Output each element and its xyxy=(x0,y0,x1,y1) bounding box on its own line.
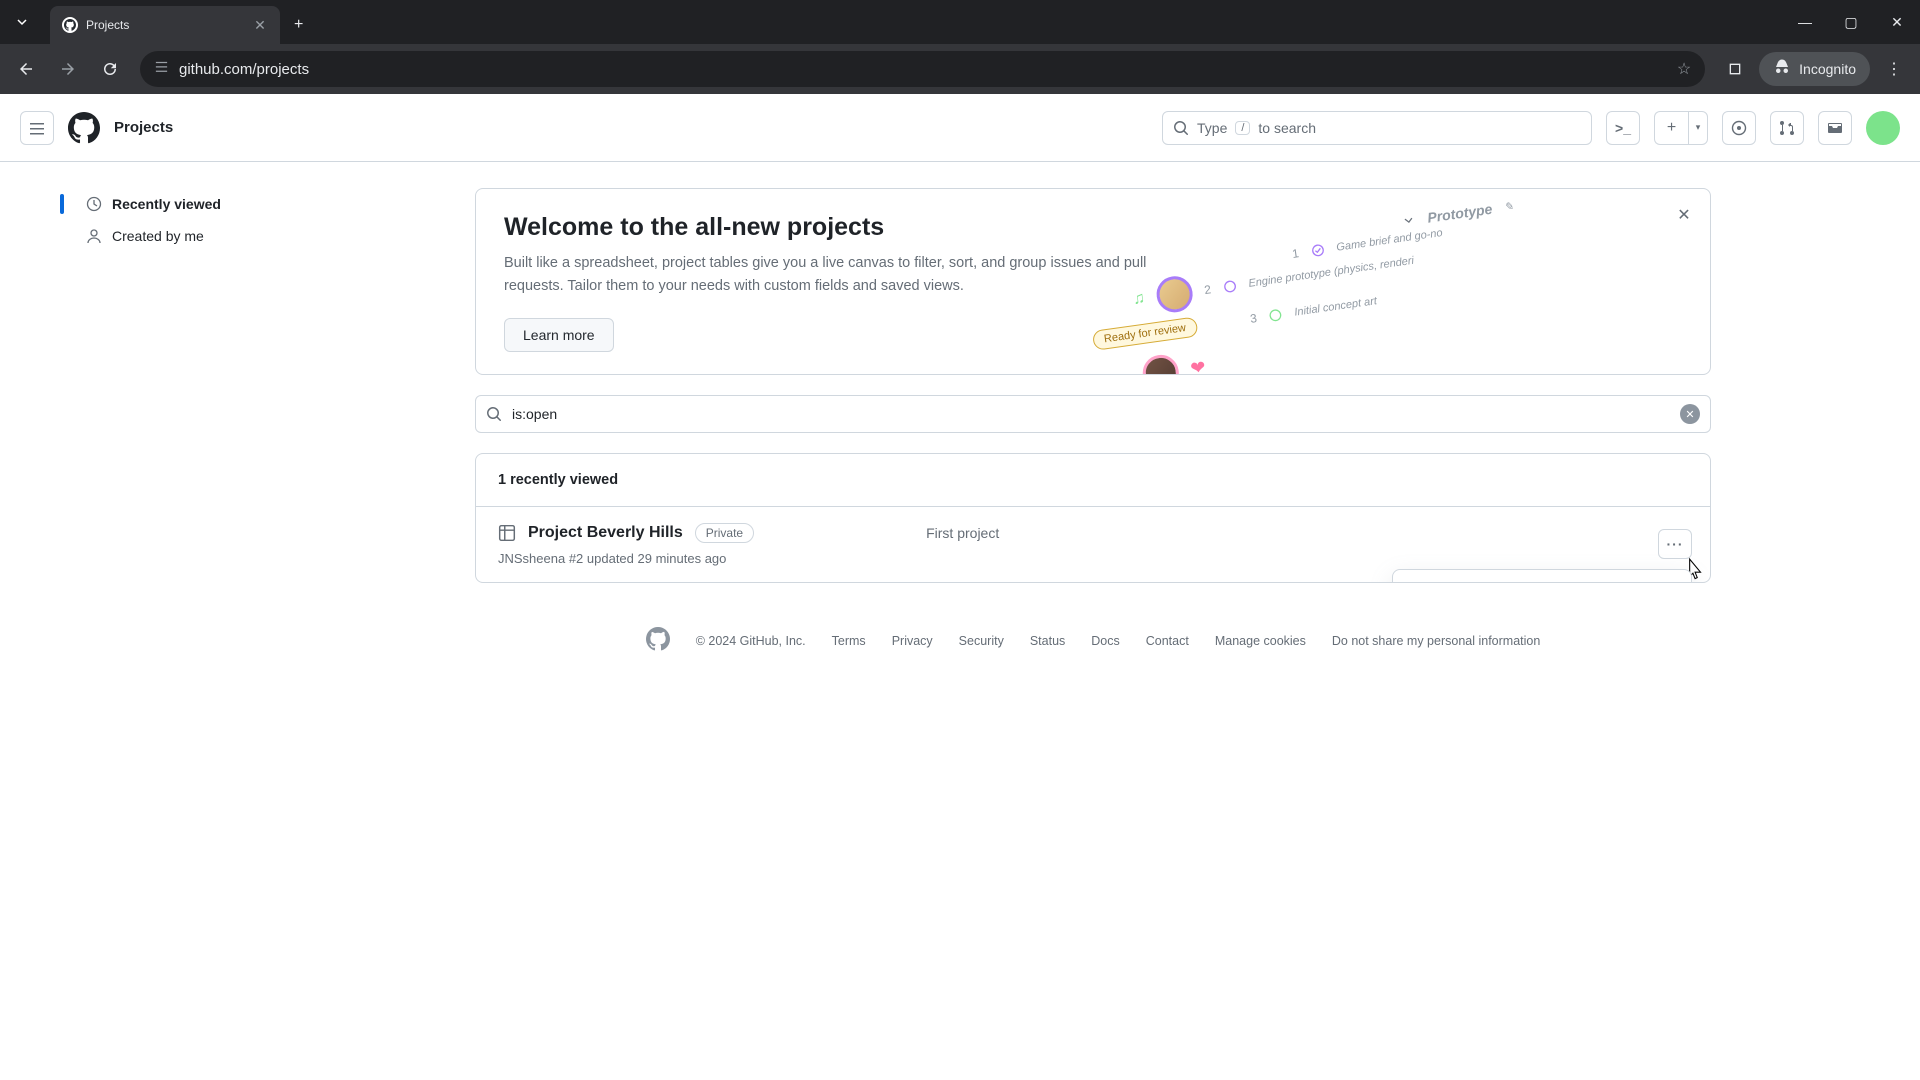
art-num-3: 3 xyxy=(1249,311,1258,326)
banner-illustration: Prototype ✎ 1 Game brief and go-no ♫ 2 E… xyxy=(1120,188,1711,375)
footer-link-status[interactable]: Status xyxy=(1030,634,1065,648)
footer-copyright: © 2024 GitHub, Inc. xyxy=(696,634,806,648)
project-context-menu: Make a copy ✕ Remove from recently viewe… xyxy=(1392,569,1692,583)
table-icon xyxy=(498,524,516,542)
browser-toolbar: github.com/projects ☆ Incognito ⋮ xyxy=(0,44,1920,94)
extensions-icon[interactable] xyxy=(1717,51,1753,87)
project-row[interactable]: Project Beverly Hills Private First proj… xyxy=(476,507,1710,582)
footer-link-donotshare[interactable]: Do not share my personal information xyxy=(1332,634,1540,648)
close-window-button[interactable]: ✕ xyxy=(1874,0,1920,44)
clear-filter-icon[interactable]: ✕ xyxy=(1680,404,1700,424)
music-icon: ♫ xyxy=(1132,290,1146,309)
footer-link-docs[interactable]: Docs xyxy=(1091,634,1119,648)
address-bar[interactable]: github.com/projects ☆ xyxy=(140,51,1705,87)
banner-description: Built like a spreadsheet, project tables… xyxy=(504,252,1154,298)
github-favicon xyxy=(62,17,78,33)
learn-more-button[interactable]: Learn more xyxy=(504,318,614,352)
welcome-banner: Prototype ✎ 1 Game brief and go-no ♫ 2 E… xyxy=(475,188,1711,375)
incognito-icon xyxy=(1773,58,1791,80)
filter-input[interactable] xyxy=(512,406,1670,422)
global-search[interactable]: Type / to search xyxy=(1162,111,1592,145)
sidebar-item-recently-viewed[interactable]: Recently viewed xyxy=(74,188,455,220)
art-num-2: 2 xyxy=(1203,282,1212,297)
browser-tab[interactable]: Projects ✕ xyxy=(50,6,280,44)
circle-outline-icon xyxy=(1222,279,1238,295)
sidebar: Recently viewed Created by me xyxy=(0,188,475,698)
forward-button[interactable] xyxy=(50,51,86,87)
site-settings-icon[interactable] xyxy=(154,60,169,78)
reload-button[interactable] xyxy=(92,51,128,87)
maximize-button[interactable]: ▢ xyxy=(1828,0,1874,44)
project-more-button[interactable]: ··· xyxy=(1658,529,1692,559)
incognito-badge[interactable]: Incognito xyxy=(1759,52,1870,86)
tab-search-dropdown[interactable] xyxy=(0,0,44,44)
projects-count-header: 1 recently viewed xyxy=(476,454,1710,507)
create-new-menu[interactable]: + ▾ xyxy=(1654,111,1708,145)
incognito-label: Incognito xyxy=(1799,61,1856,77)
footer-link-security[interactable]: Security xyxy=(959,634,1004,648)
new-tab-button[interactable]: + xyxy=(280,6,317,44)
person-icon xyxy=(86,228,102,244)
github-mark-icon[interactable] xyxy=(646,627,670,654)
pull-requests-button[interactable] xyxy=(1770,111,1804,145)
search-hint-text: to search xyxy=(1258,120,1316,136)
search-placeholder-text: Type xyxy=(1197,120,1227,136)
art-concept: Initial concept art xyxy=(1294,295,1378,318)
back-button[interactable] xyxy=(8,51,44,87)
footer-link-privacy[interactable]: Privacy xyxy=(892,634,933,648)
hamburger-menu[interactable] xyxy=(20,111,54,145)
tab-title: Projects xyxy=(86,18,244,32)
art-pill-review: Ready for review xyxy=(1092,316,1198,350)
create-dropdown-icon[interactable]: ▾ xyxy=(1688,111,1708,145)
footer-link-contact[interactable]: Contact xyxy=(1146,634,1189,648)
footer: © 2024 GitHub, Inc. Terms Privacy Securi… xyxy=(475,583,1711,698)
browser-menu-icon[interactable]: ⋮ xyxy=(1876,59,1912,79)
project-description: First project xyxy=(926,525,999,541)
art-engine: Engine prototype (physics, renderi xyxy=(1248,255,1415,290)
sidebar-item-created-by-me[interactable]: Created by me xyxy=(74,220,455,252)
art-avatar-1 xyxy=(1154,274,1195,315)
banner-close-icon[interactable]: ✕ xyxy=(1672,203,1696,227)
user-avatar[interactable] xyxy=(1866,111,1900,145)
minimize-button[interactable]: — xyxy=(1782,0,1828,44)
plus-icon[interactable]: + xyxy=(1654,111,1688,145)
heart-icon: ❤ xyxy=(1189,356,1207,375)
issues-button[interactable] xyxy=(1722,111,1756,145)
project-meta: JNSsheena #2 updated 29 minutes ago xyxy=(498,551,999,566)
page-title: Projects xyxy=(114,119,173,136)
bookmark-icon[interactable]: ☆ xyxy=(1677,59,1691,79)
command-palette-button[interactable]: >_ xyxy=(1606,111,1640,145)
clock-icon xyxy=(86,196,102,212)
sidebar-item-label: Created by me xyxy=(112,228,204,244)
footer-link-cookies[interactable]: Manage cookies xyxy=(1215,634,1306,648)
github-logo-icon[interactable] xyxy=(68,112,100,144)
project-name[interactable]: Project Beverly Hills xyxy=(528,524,683,542)
filter-input-wrap[interactable]: ✕ xyxy=(475,395,1711,433)
visibility-badge: Private xyxy=(695,523,754,543)
search-icon xyxy=(486,406,502,422)
footer-link-terms[interactable]: Terms xyxy=(832,634,866,648)
projects-list: 1 recently viewed Project Beverly Hills … xyxy=(475,453,1711,583)
sidebar-item-label: Recently viewed xyxy=(112,196,221,212)
inbox-button[interactable] xyxy=(1818,111,1852,145)
browser-tab-bar: Projects ✕ + — ▢ ✕ xyxy=(0,0,1920,44)
tab-close-icon[interactable]: ✕ xyxy=(252,17,268,34)
github-header: Projects Type / to search >_ + ▾ xyxy=(0,94,1920,162)
art-avatar-2 xyxy=(1140,353,1181,376)
url-text: github.com/projects xyxy=(179,61,1667,78)
circle-outline-icon xyxy=(1268,307,1284,323)
edit-icon: ✎ xyxy=(1503,199,1514,213)
chevron-down-icon xyxy=(1401,212,1417,228)
context-make-copy[interactable]: Make a copy xyxy=(1393,576,1691,583)
search-shortcut-key: / xyxy=(1235,121,1250,135)
